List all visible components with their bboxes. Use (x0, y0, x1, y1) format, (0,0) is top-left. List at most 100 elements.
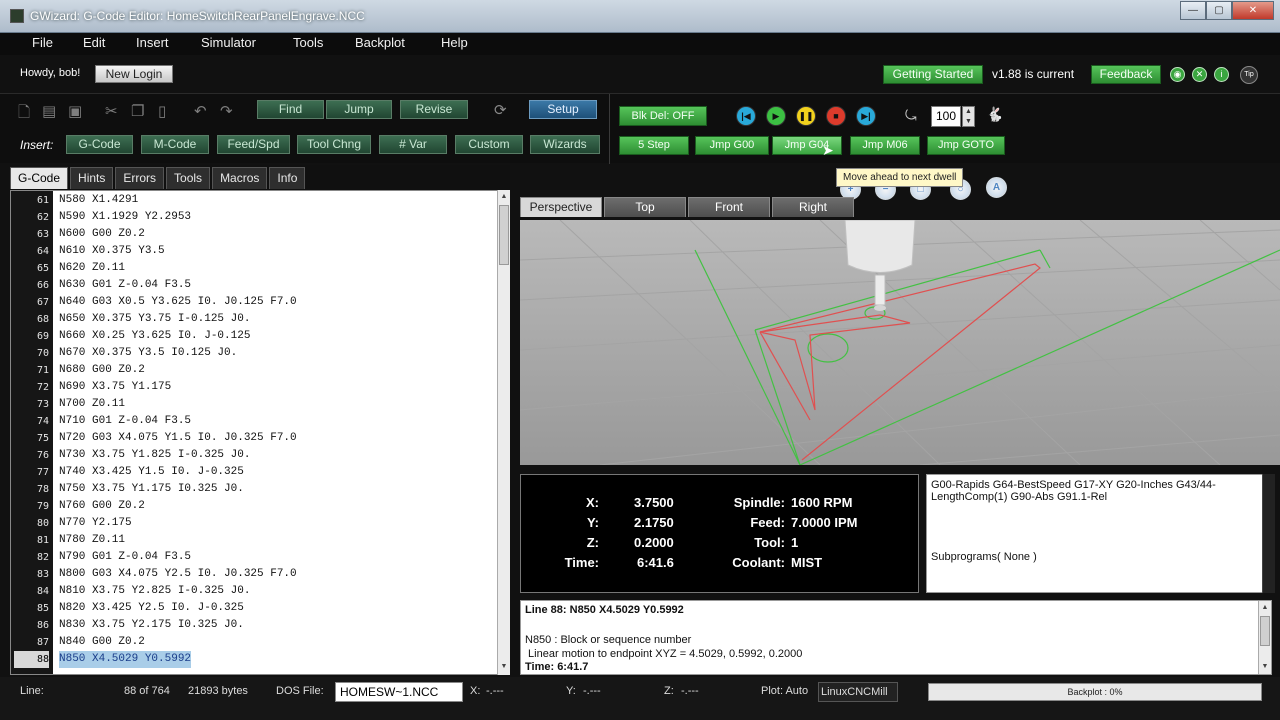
tab-hints[interactable]: Hints (70, 167, 114, 189)
code-line[interactable]: 80 N770 Y2.175 (11, 515, 497, 532)
code-line[interactable]: 70 N670 X0.375 Y3.5 I0.125 J0. (11, 345, 497, 362)
maximize-button[interactable]: ▢ (1206, 1, 1232, 20)
tab-front[interactable]: Front (688, 197, 770, 217)
step-button[interactable]: 5 Step (619, 136, 689, 155)
menu-tools[interactable]: Tools (293, 35, 323, 50)
code-line[interactable]: 75 N720 G03 X4.075 Y1.5 I0. J0.325 F7.0 (11, 430, 497, 447)
pause-icon[interactable]: ❚❚ (796, 106, 816, 126)
explain-scroll-down-icon[interactable]: ▼ (1259, 660, 1271, 673)
minimize-button[interactable]: — (1180, 1, 1206, 20)
code-line[interactable]: 82 N790 G01 Z-0.04 F3.5 (11, 549, 497, 566)
undo-icon[interactable]: ↶ (194, 102, 207, 120)
insert-mcode-button[interactable]: M-Code (141, 135, 209, 154)
insert-var-button[interactable]: # Var (379, 135, 447, 154)
sim-speed-spinner[interactable]: ▲ ▼ (962, 106, 975, 127)
getting-started-button[interactable]: Getting Started (883, 65, 983, 84)
menu-backplot[interactable]: Backplot (355, 35, 405, 50)
code-line[interactable]: 73 N700 Z0.11 (11, 396, 497, 413)
insert-custom-button[interactable]: Custom (455, 135, 523, 154)
gcode-editor[interactable]: 61 N580 X1.4291 62 N590 X1.1929 Y2.2953 63 N6… (10, 190, 498, 675)
tip-icon[interactable]: Tip (1240, 66, 1258, 84)
jump-goto-button[interactable]: Jmp GOTO (927, 136, 1005, 155)
code-line[interactable]: 72 N690 X3.75 Y1.175 (11, 379, 497, 396)
jump-button[interactable]: Jump (326, 100, 392, 119)
cancel-icon[interactable]: ✕ (1192, 67, 1207, 82)
revise-button[interactable]: Revise (400, 100, 468, 119)
code-line[interactable]: 88 N850 X4.5029 Y0.5992 (11, 651, 497, 668)
code-line[interactable]: 79 N760 G00 Z0.2 (11, 498, 497, 515)
backplot-canvas[interactable] (520, 220, 1280, 465)
menu-simulator[interactable]: Simulator (201, 35, 256, 50)
close-button[interactable]: ✕ (1232, 1, 1274, 20)
feedback-button[interactable]: Feedback (1091, 65, 1161, 84)
setup-button[interactable]: Setup (529, 100, 597, 119)
redo-icon[interactable]: ↷ (220, 102, 233, 120)
scroll-down-icon[interactable]: ▼ (498, 660, 510, 673)
tab-tools[interactable]: Tools (166, 167, 211, 189)
save-icon[interactable]: ▣ (68, 102, 82, 120)
tab-info[interactable]: Info (269, 167, 306, 189)
code-line[interactable]: 84 N810 X3.75 Y2.825 I-0.325 J0. (11, 583, 497, 600)
code-line[interactable]: 81 N780 Z0.11 (11, 532, 497, 549)
code-line[interactable]: 78 N750 X3.75 Y1.175 I0.325 J0. (11, 481, 497, 498)
code-line[interactable]: 64 N610 X0.375 Y3.5 (11, 243, 497, 260)
tab-perspective[interactable]: Perspective (520, 197, 602, 217)
code-line[interactable]: 65 N620 Z0.11 (11, 260, 497, 277)
paste-icon[interactable]: ▯ (158, 102, 166, 120)
jump-g00-button[interactable]: Jmp G00 (695, 136, 769, 155)
copy-icon[interactable]: ❐ (131, 102, 144, 120)
info-icon[interactable]: i (1214, 67, 1229, 82)
code-line[interactable]: 62 N590 X1.1929 Y2.2953 (11, 209, 497, 226)
open-folder-icon[interactable]: ▤ (42, 102, 56, 120)
block-delete-button[interactable]: Blk Del: OFF (619, 106, 707, 126)
code-line[interactable]: 66 N630 G01 Z-0.04 F3.5 (11, 277, 497, 294)
insert-toolchange-button[interactable]: Tool Chng (297, 135, 371, 154)
explain-scroll-up-icon[interactable]: ▲ (1259, 601, 1271, 614)
cut-icon[interactable]: ✂ (105, 102, 118, 120)
globe-icon[interactable]: ◉ (1170, 67, 1185, 82)
menu-insert[interactable]: Insert (136, 35, 169, 50)
code-line[interactable]: 86 N830 X3.75 Y2.175 I0.325 J0. (11, 617, 497, 634)
code-line[interactable]: 69 N660 X0.25 Y3.625 I0. J-0.125 (11, 328, 497, 345)
code-line[interactable]: 87 N840 G00 Z0.2 (11, 634, 497, 651)
code-line[interactable]: 68 N650 X0.375 Y3.75 I-0.125 J0. (11, 311, 497, 328)
tab-macros[interactable]: Macros (212, 167, 268, 189)
scroll-up-icon[interactable]: ▲ (498, 190, 510, 203)
jump-m06-button[interactable]: Jmp M06 (850, 136, 920, 155)
explain-scroll-thumb[interactable] (1260, 616, 1270, 646)
play-icon[interactable]: ▶ (766, 106, 786, 126)
stop-icon[interactable]: ■ (826, 106, 846, 126)
code-line[interactable]: 63 N600 G00 Z0.2 (11, 226, 497, 243)
code-line[interactable]: 61 N580 X1.4291 (11, 192, 497, 209)
code-line[interactable]: 83 N800 G03 X4.075 Y2.5 I0. J0.325 F7.0 (11, 566, 497, 583)
skip-end-icon[interactable]: ▶| (856, 106, 876, 126)
explain-scrollbar[interactable]: ▲ ▼ (1258, 601, 1271, 674)
dos-file-field[interactable]: HOMESW~1.NCC (335, 682, 463, 702)
zoom-all-icon[interactable]: A (986, 177, 1007, 198)
wizards-button[interactable]: Wizards (530, 135, 600, 154)
rewind-icon[interactable]: |◀ (736, 106, 756, 126)
code-line[interactable]: 85 N820 X3.425 Y2.5 I0. J-0.325 (11, 600, 497, 617)
sim-speed-input[interactable]: 100 (931, 106, 961, 127)
find-button[interactable]: Find (257, 100, 324, 119)
editor-scroll-thumb[interactable] (499, 205, 509, 265)
editor-scrollbar[interactable]: ▲ ▼ (497, 190, 510, 675)
code-line[interactable]: 76 N730 X3.75 Y1.825 I-0.325 J0. (11, 447, 497, 464)
machine-profile[interactable]: LinuxCNCMill (818, 682, 898, 702)
tab-errors[interactable]: Errors (115, 167, 165, 189)
tab-top[interactable]: Top (604, 197, 686, 217)
tab-right[interactable]: Right (772, 197, 854, 217)
menu-edit[interactable]: Edit (83, 35, 105, 50)
modal-state-scrollbar[interactable] (1262, 474, 1275, 593)
menu-file[interactable]: File (32, 35, 53, 50)
new-file-icon[interactable]: 🗋 (18, 102, 30, 127)
code-line[interactable]: 77 N740 X3.425 Y1.5 I0. J-0.325 (11, 464, 497, 481)
refresh-icon[interactable]: ⟳ (494, 101, 507, 119)
insert-feedspd-button[interactable]: Feed/Spd (217, 135, 290, 154)
menu-help[interactable]: Help (441, 35, 468, 50)
code-line[interactable]: 67 N640 G03 X0.5 Y3.625 I0. J0.125 F7.0 (11, 294, 497, 311)
code-line[interactable]: 71 N680 G00 Z0.2 (11, 362, 497, 379)
new-login-button[interactable]: New Login (95, 65, 173, 83)
insert-gcode-button[interactable]: G-Code (66, 135, 133, 154)
code-line[interactable]: 74 N710 G01 Z-0.04 F3.5 (11, 413, 497, 430)
